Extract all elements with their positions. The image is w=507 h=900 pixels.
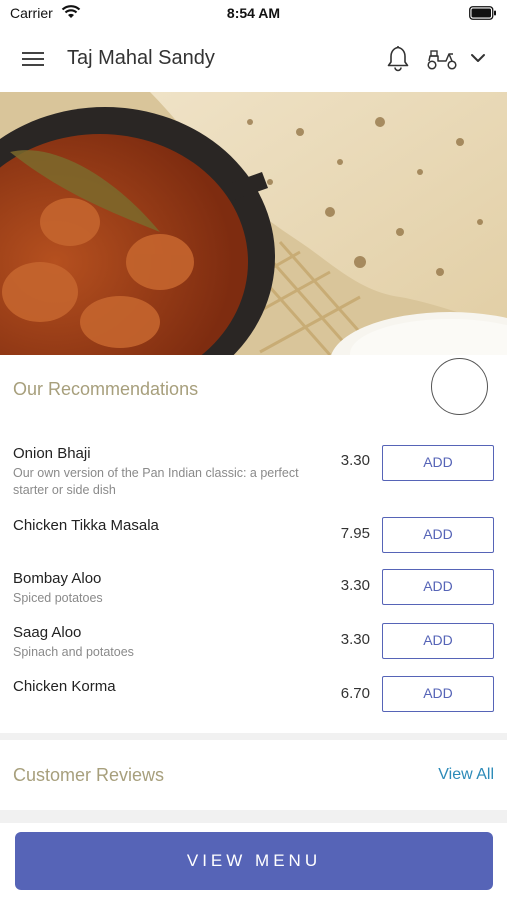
- bell-icon[interactable]: [385, 44, 411, 72]
- item-name: Bombay Aloo: [13, 570, 102, 587]
- reviews-title: Customer Reviews: [13, 765, 165, 785]
- item-name: Saag Aloo: [13, 624, 82, 641]
- restaurant-title: Taj Mahal Sandy: [67, 47, 215, 69]
- view-menu-button[interactable]: VIEW MENU: [15, 832, 493, 890]
- item-price: 6.70: [340, 685, 370, 702]
- circle-badge: [431, 358, 488, 415]
- view-all-link[interactable]: View All: [438, 766, 494, 784]
- item-description: Spiced potatoes: [13, 591, 103, 605]
- app-header: Taj Mahal Sandy: [0, 28, 507, 92]
- item-price: 3.30: [340, 631, 370, 648]
- customer-reviews-section: Customer Reviews View All: [0, 740, 507, 810]
- item-name: Chicken Korma: [13, 678, 116, 695]
- item-price: 3.30: [340, 452, 370, 469]
- add-button[interactable]: ADD: [382, 517, 494, 553]
- item-price: 3.30: [340, 577, 370, 594]
- item-description: Our own version of the Pan Indian classi…: [13, 466, 299, 497]
- add-button[interactable]: ADD: [382, 623, 494, 659]
- chevron-down-icon[interactable]: [470, 52, 486, 64]
- section-divider: [0, 733, 507, 740]
- status-bar: Carrier 8:54 AM: [0, 0, 507, 28]
- scooter-icon[interactable]: [426, 47, 458, 71]
- item-price: 7.95: [340, 525, 370, 542]
- item-description: Spinach and potatoes: [13, 645, 134, 659]
- item-name: Chicken Tikka Masala: [13, 517, 159, 534]
- hero-food-image: [0, 92, 507, 355]
- item-name: Onion Bhaji: [13, 445, 91, 462]
- battery-icon: [469, 6, 496, 20]
- recommendations-title: Our Recommendations: [13, 379, 199, 399]
- add-button[interactable]: ADD: [382, 569, 494, 605]
- menu-icon[interactable]: [22, 50, 46, 68]
- status-time: 8:54 AM: [226, 5, 281, 21]
- add-button[interactable]: ADD: [382, 676, 494, 712]
- bottom-bar: VIEW MENU: [0, 823, 507, 900]
- add-button[interactable]: ADD: [382, 445, 494, 481]
- recommendations-section: Our Recommendations Onion Bhaji Our own …: [0, 355, 507, 733]
- section-divider: [0, 810, 507, 823]
